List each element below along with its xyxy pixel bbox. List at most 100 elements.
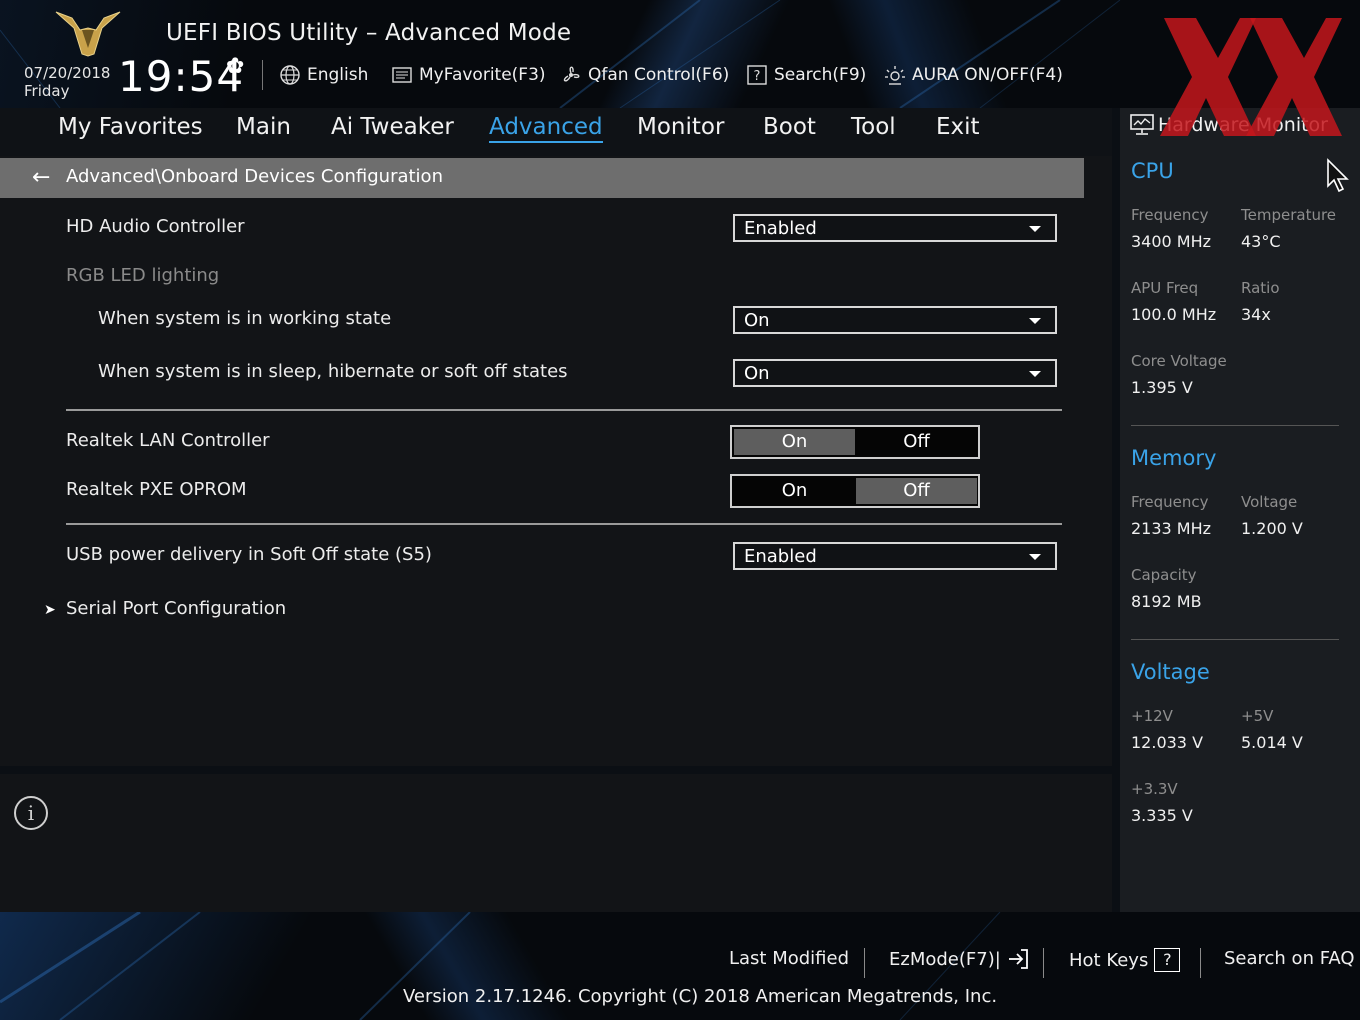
- aura-label: AURA ON/OFF(F4): [912, 65, 1063, 85]
- apu-freq-label: APU Freq: [1131, 279, 1199, 297]
- v33-value: 3.335 V: [1131, 806, 1193, 825]
- ratio-value: 34x: [1241, 305, 1271, 324]
- search-button[interactable]: ? Search(F9): [746, 64, 866, 86]
- cpu-temperature-label: Temperature: [1241, 206, 1337, 224]
- back-arrow-icon[interactable]: ←: [32, 165, 50, 190]
- lan-controller-label: Realtek LAN Controller: [66, 430, 270, 451]
- apu-freq-value: 100.0 MHz: [1131, 305, 1217, 324]
- ezmode-button[interactable]: EzMode(F7)|: [889, 948, 1029, 970]
- section-divider: [66, 523, 1062, 525]
- myfavorite-button[interactable]: MyFavorite(F3): [391, 64, 546, 86]
- fan-icon: [560, 64, 582, 86]
- chevron-right-icon: ➤: [44, 602, 56, 618]
- search-faq-button[interactable]: Search on FAQ: [1224, 948, 1355, 969]
- ezmode-label: EzMode(F7)|: [889, 948, 1001, 970]
- search-label: Search(F9): [774, 65, 867, 85]
- rgb-working-label: When system is in working state: [98, 308, 392, 329]
- tab-my-favorites[interactable]: My Favorites: [58, 114, 203, 140]
- rgb-working-dropdown[interactable]: On: [733, 306, 1057, 334]
- pxe-off-option[interactable]: Off: [856, 478, 977, 504]
- hd-audio-label: HD Audio Controller: [66, 216, 245, 237]
- section-divider: [66, 409, 1062, 411]
- hd-audio-value: Enabled: [744, 218, 817, 239]
- v5-value: 5.014 V: [1241, 733, 1303, 752]
- serial-port-submenu[interactable]: Serial Port Configuration: [66, 598, 286, 619]
- chevron-down-icon: [1029, 371, 1041, 377]
- footer-separator: [1043, 948, 1044, 978]
- exit-arrow-icon: [1008, 949, 1028, 969]
- footer-separator: [1200, 948, 1201, 978]
- bottom-footer: Last Modified EzMode(F7)| Hot Keys ? Sea…: [0, 912, 1360, 1020]
- section-divider: [1131, 425, 1339, 426]
- breadcrumb-path: Advanced\Onboard Devices Configuration: [66, 166, 443, 187]
- chevron-down-icon: [1029, 226, 1041, 232]
- breadcrumb: ← Advanced\Onboard Devices Configuration: [0, 158, 1084, 198]
- section-divider: [1131, 639, 1339, 640]
- v5-label: +5V: [1241, 707, 1274, 725]
- rgb-sleep-dropdown[interactable]: On: [733, 359, 1057, 387]
- cpu-frequency-label: Frequency: [1131, 206, 1209, 224]
- monitor-icon: [1130, 114, 1154, 135]
- help-info-panel: i: [0, 774, 1112, 912]
- cpu-frequency-value: 3400 MHz: [1131, 232, 1212, 251]
- chevron-down-icon: [1029, 318, 1041, 324]
- favorite-list-icon: [391, 64, 413, 86]
- language-button[interactable]: English: [279, 64, 368, 86]
- pxe-on-option[interactable]: On: [734, 478, 855, 504]
- usb-power-dropdown[interactable]: Enabled: [733, 542, 1057, 570]
- tuf-logo: [55, 11, 121, 57]
- mouse-cursor-icon: [1327, 158, 1349, 193]
- v33-label: +3.3V: [1131, 780, 1178, 798]
- memory-frequency-label: Frequency: [1131, 493, 1209, 511]
- qfan-control-button[interactable]: Qfan Control(F6): [560, 64, 729, 86]
- svg-text:?: ?: [754, 69, 761, 84]
- usb-power-value: Enabled: [744, 546, 817, 567]
- core-voltage-value: 1.395 V: [1131, 378, 1193, 397]
- cpu-temperature-value: 43°C: [1241, 232, 1281, 251]
- memory-frequency-value: 2133 MHz: [1131, 519, 1212, 538]
- memory-heading: Memory: [1131, 446, 1217, 470]
- rgb-sleep-label: When system is in sleep, hibernate or so…: [98, 361, 568, 382]
- usb-power-label: USB power delivery in Soft Off state (S5…: [66, 544, 432, 565]
- chevron-down-icon: [1029, 554, 1041, 560]
- hd-audio-dropdown[interactable]: Enabled: [733, 214, 1057, 242]
- cpu-heading: CPU: [1131, 159, 1174, 183]
- clock-settings-icon[interactable]: ✿: [226, 54, 244, 79]
- hardware-monitor-panel: Hardware Monitor CPU Frequency Temperatu…: [1120, 108, 1360, 912]
- xx-watermark-logo: [1160, 18, 1342, 136]
- copyright-text: Version 2.17.1246. Copyright (C) 2018 Am…: [403, 986, 998, 1007]
- memory-capacity-value: 8192 MB: [1131, 592, 1202, 611]
- core-voltage-label: Core Voltage: [1131, 352, 1227, 370]
- lan-off-option[interactable]: Off: [856, 429, 977, 455]
- tab-monitor[interactable]: Monitor: [637, 114, 724, 140]
- last-modified-button[interactable]: Last Modified: [729, 948, 849, 969]
- page-title: UEFI BIOS Utility – Advanced Mode: [166, 20, 572, 46]
- rgb-led-heading: RGB LED lighting: [66, 265, 220, 286]
- tab-main[interactable]: Main: [236, 114, 291, 140]
- memory-capacity-label: Capacity: [1131, 566, 1197, 584]
- myfavorite-label: MyFavorite(F3): [419, 65, 546, 85]
- memory-voltage-value: 1.200 V: [1241, 519, 1303, 538]
- header-separator: [262, 60, 263, 90]
- date-display: 07/20/2018 Friday: [24, 64, 110, 100]
- pxe-oprom-toggle[interactable]: On Off: [730, 474, 980, 508]
- tab-exit[interactable]: Exit: [936, 114, 980, 140]
- date-text: 07/20/2018: [24, 64, 111, 82]
- memory-voltage-label: Voltage: [1241, 493, 1298, 511]
- lan-controller-toggle[interactable]: On Off: [730, 425, 980, 459]
- hot-keys-button[interactable]: Hot Keys ?: [1069, 948, 1181, 972]
- search-help-icon: ?: [746, 64, 768, 86]
- hot-keys-label: Hot Keys: [1069, 949, 1149, 971]
- tab-tool[interactable]: Tool: [851, 114, 896, 140]
- voltage-heading: Voltage: [1131, 660, 1210, 684]
- tab-advanced[interactable]: Advanced: [489, 114, 603, 143]
- aura-light-icon: [884, 64, 906, 86]
- rgb-working-value: On: [744, 310, 770, 331]
- main-tab-bar: My Favorites Main Ai Tweaker Advanced Mo…: [0, 108, 1112, 156]
- tab-boot[interactable]: Boot: [763, 114, 816, 140]
- aura-toggle-button[interactable]: AURA ON/OFF(F4): [884, 64, 1063, 86]
- language-label: English: [307, 65, 369, 85]
- settings-panel: ← Advanced\Onboard Devices Configuration…: [0, 156, 1112, 766]
- lan-on-option[interactable]: On: [734, 429, 855, 455]
- tab-ai-tweaker[interactable]: Ai Tweaker: [331, 114, 454, 140]
